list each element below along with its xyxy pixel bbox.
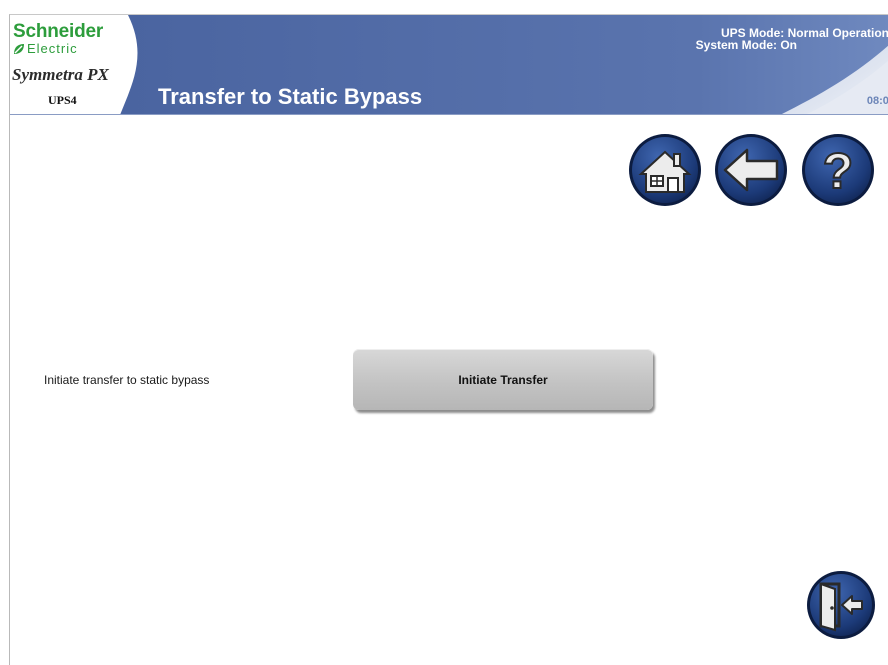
initiate-transfer-button[interactable]: Initiate Transfer [353, 349, 653, 410]
page-title: Transfer to Static Bypass [158, 84, 423, 109]
status-panel: UPS Mode: Normal Operation System Mode: … [589, 27, 888, 51]
clock: 08:09 [866, 95, 888, 107]
home-button[interactable] [627, 132, 703, 208]
logout-door-icon [807, 571, 875, 639]
schneider-logo: Schneider Electric [13, 21, 128, 56]
help-button[interactable]: ? [800, 132, 876, 208]
header-bar: Schneider Electric Symmetra PX UPS4 Tran… [10, 15, 888, 115]
product-name: Symmetra PX [12, 65, 109, 84]
leaf-icon [14, 44, 24, 54]
system-mode-text: System Mode: On [695, 38, 797, 52]
brand-name: Schneider [13, 21, 104, 42]
app-window: Schneider Electric Symmetra PX UPS4 Tran… [9, 14, 888, 665]
back-arrow-icon [715, 134, 787, 206]
logout-button[interactable] [806, 570, 876, 640]
help-icon: ? [802, 134, 874, 206]
back-button[interactable] [713, 132, 789, 208]
brand-subtitle: Electric [13, 42, 128, 55]
brand-sub-label: Electric [27, 41, 78, 56]
help-glyph: ? [823, 143, 854, 199]
transfer-row-label: Initiate transfer to static bypass [44, 373, 210, 387]
unit-label: UPS4 [48, 93, 77, 107]
home-icon [629, 134, 701, 206]
